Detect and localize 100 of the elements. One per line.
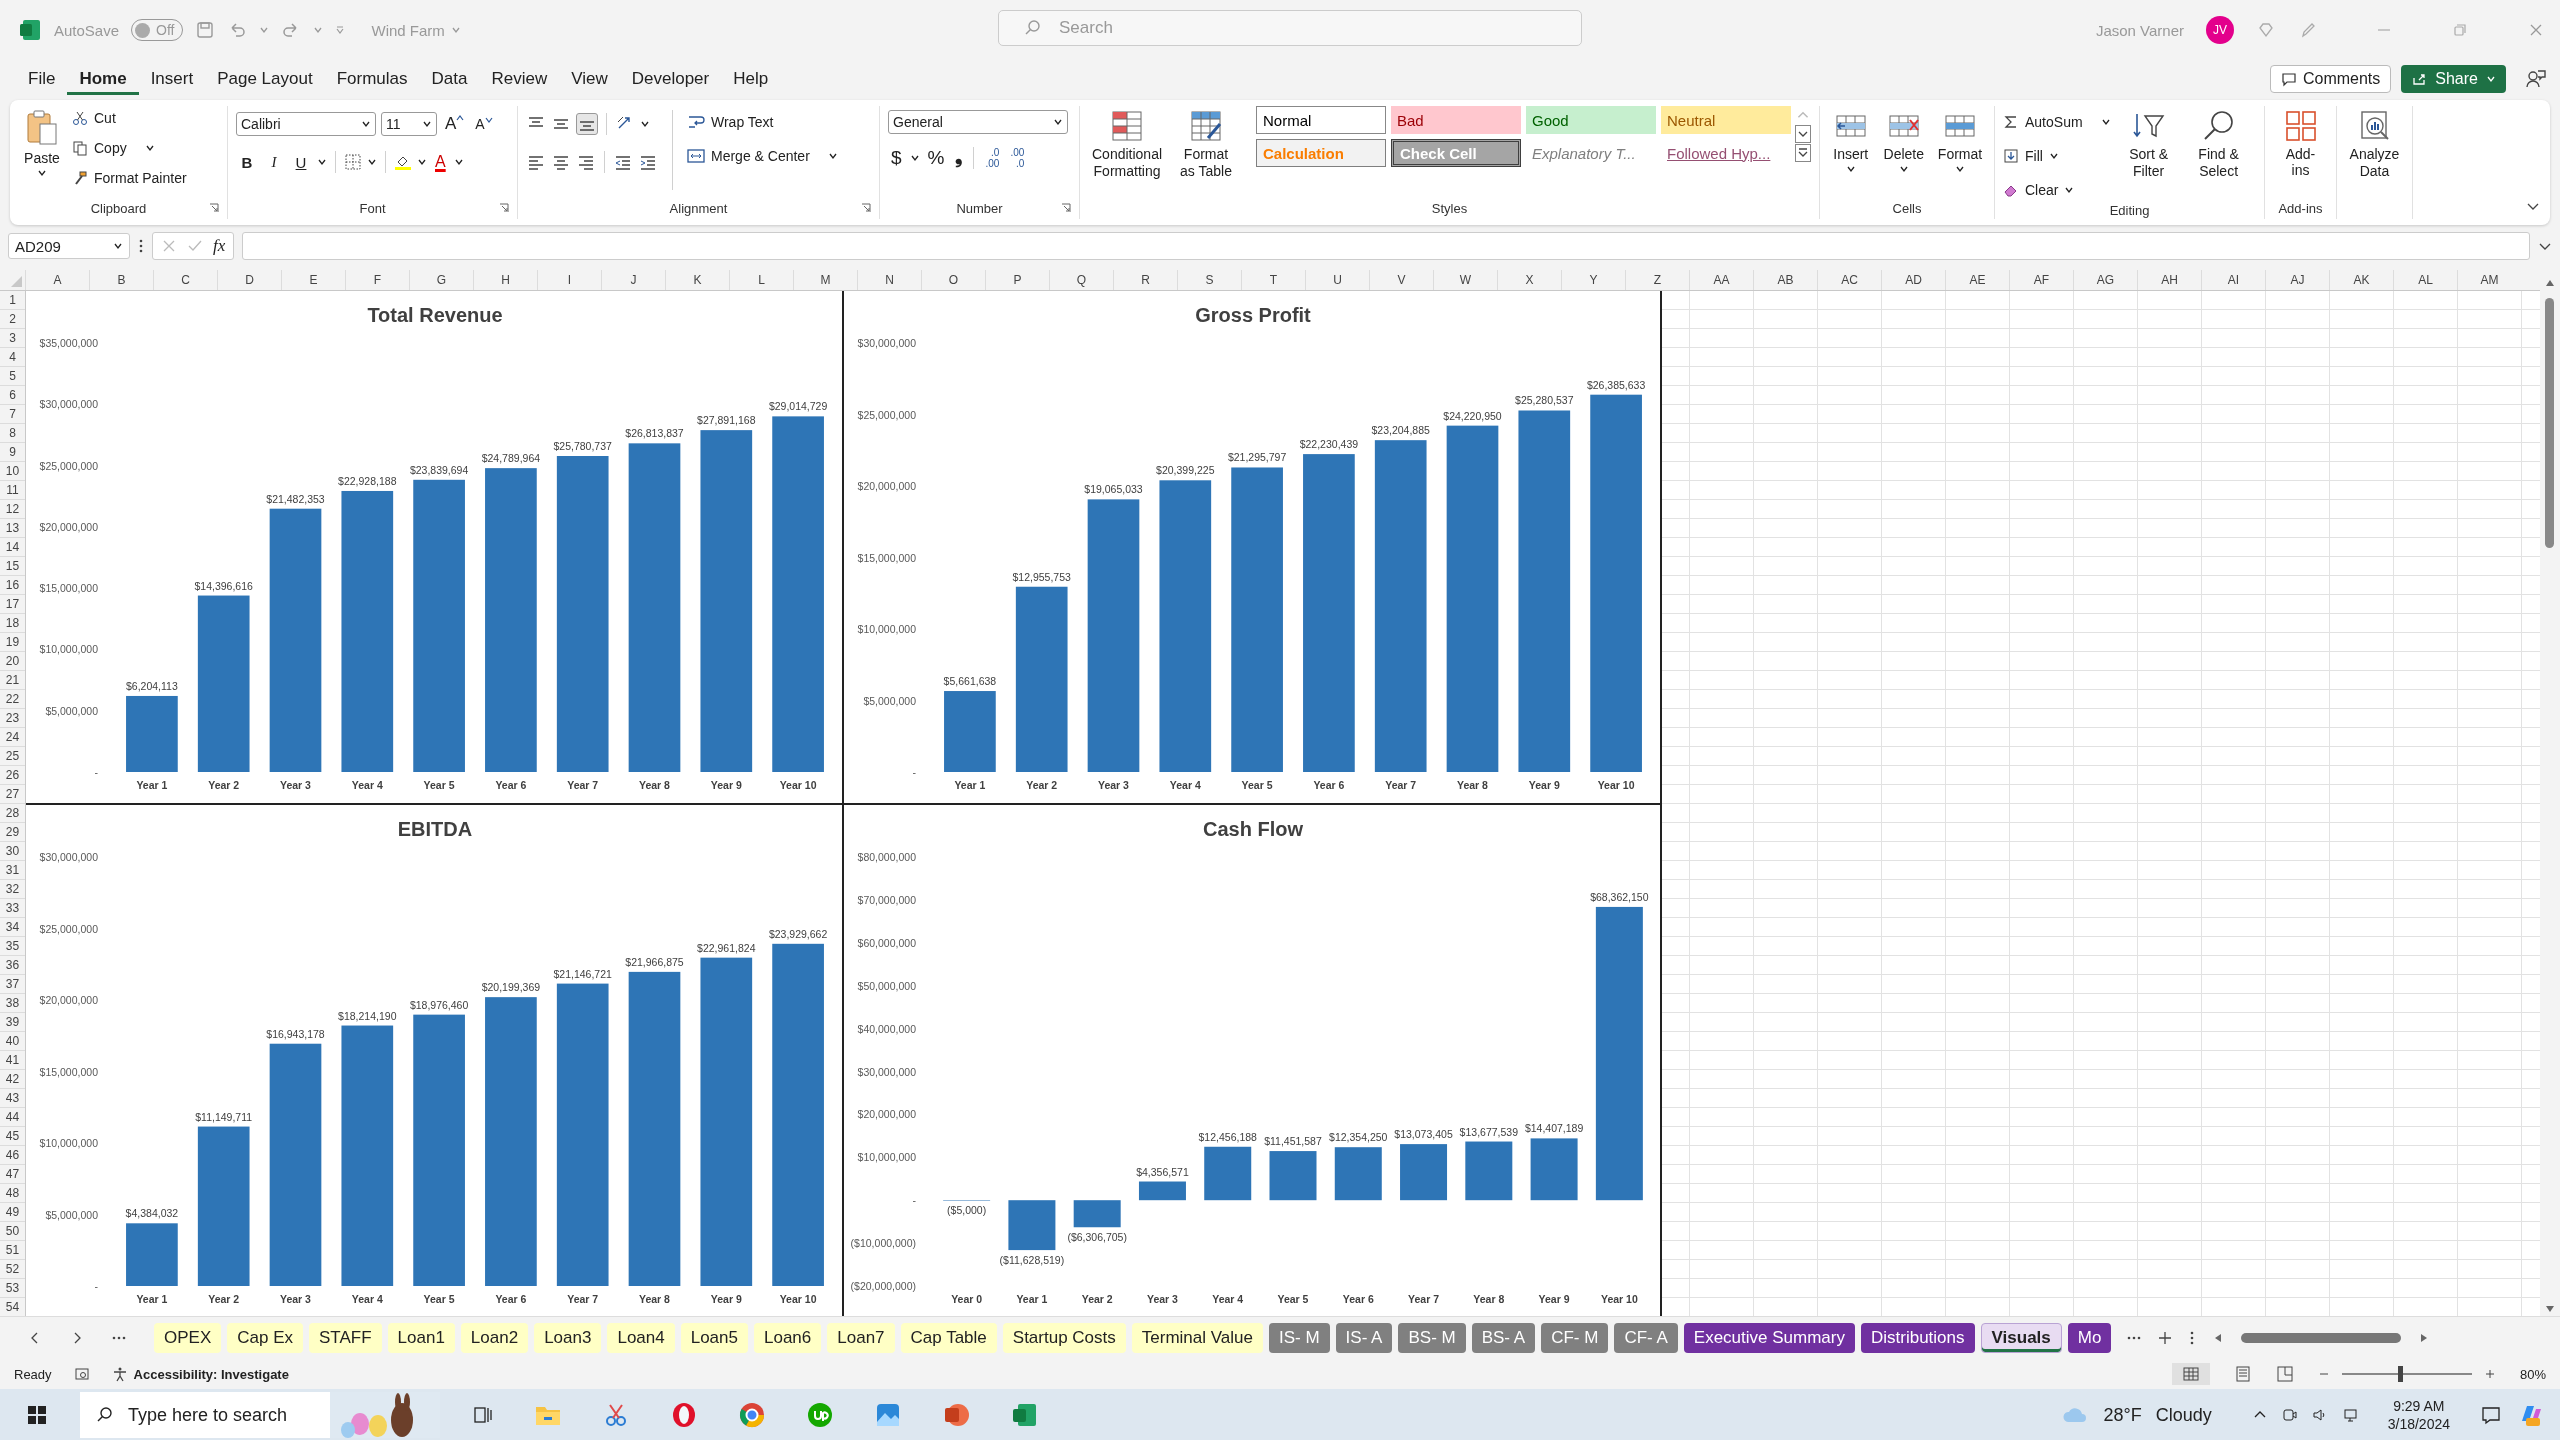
clock-date[interactable]: 3/18/2024 <box>2387 1415 2450 1433</box>
sheet-tab[interactable]: Loan4 <box>607 1323 675 1353</box>
caret-icon[interactable] <box>827 151 838 161</box>
font-size-dropdown[interactable]: 11 <box>381 112 437 136</box>
column-header[interactable]: P <box>985 270 1049 290</box>
more-icon[interactable] <box>1795 144 1811 162</box>
accessibility-button[interactable]: Accessibility: Investigate <box>111 1366 289 1382</box>
column-header[interactable]: AF <box>2009 270 2073 290</box>
row-header[interactable]: 7 <box>0 405 25 424</box>
row-header[interactable]: 3 <box>0 329 25 348</box>
row-header[interactable]: 42 <box>0 1070 25 1089</box>
cut-button[interactable]: Cut <box>72 106 187 130</box>
sheet-tab[interactable]: Loan1 <box>387 1323 455 1353</box>
decrease-decimal-button[interactable]: .00 .0 <box>1007 147 1028 169</box>
merge-center-button[interactable]: Merge & Center <box>687 144 838 168</box>
row-header[interactable]: 16 <box>0 576 25 595</box>
row-header[interactable]: 47 <box>0 1165 25 1184</box>
more-options-icon[interactable] <box>138 237 144 255</box>
sheet-tab[interactable]: OPEX <box>154 1323 222 1353</box>
column-header[interactable]: C <box>153 270 217 290</box>
caret-icon[interactable] <box>422 119 432 129</box>
cell-style[interactable]: Neutral <box>1661 106 1791 134</box>
row-header[interactable]: 27 <box>0 785 25 804</box>
menu-tab[interactable]: Page Layout <box>205 63 325 95</box>
row-header[interactable]: 25 <box>0 747 25 766</box>
sheet-tab[interactable]: Cap Ex <box>227 1323 303 1353</box>
font-name-dropdown[interactable]: Calibri <box>236 112 376 136</box>
column-header[interactable]: H <box>473 270 537 290</box>
row-header[interactable]: 6 <box>0 386 25 405</box>
format-painter-button[interactable]: Format Painter <box>72 166 187 190</box>
column-header[interactable]: AM <box>2457 270 2521 290</box>
column-header[interactable]: AE <box>1945 270 2009 290</box>
search-field[interactable]: Search <box>998 10 1582 46</box>
options-icon[interactable] <box>2189 1329 2196 1347</box>
sheet-tab[interactable]: Loan6 <box>754 1323 822 1353</box>
row-header[interactable]: 28 <box>0 804 25 823</box>
percent-button[interactable]: % <box>924 147 948 169</box>
row-header[interactable]: 30 <box>0 842 25 861</box>
chart[interactable] <box>26 291 844 805</box>
caret-icon[interactable] <box>367 157 377 167</box>
column-header[interactable]: AJ <box>2265 270 2329 290</box>
fill-button[interactable]: Fill <box>2003 144 2111 168</box>
column-header[interactable]: F <box>345 270 409 290</box>
add-sheet-icon[interactable] <box>2157 1330 2174 1346</box>
row-header[interactable]: 33 <box>0 899 25 918</box>
chart[interactable] <box>844 291 1662 805</box>
menu-tab[interactable]: Insert <box>138 63 206 95</box>
row-header[interactable]: 10 <box>0 462 25 481</box>
row-header[interactable]: 35 <box>0 937 25 956</box>
number-format-dropdown[interactable]: General <box>888 110 1068 134</box>
presentation-app-icon[interactable] <box>942 1401 970 1429</box>
column-header[interactable]: L <box>729 270 793 290</box>
temperature[interactable]: 28°F <box>2103 1404 2142 1426</box>
caret-icon[interactable] <box>1955 164 1965 174</box>
analyze-data-button[interactable]: Analyze Data <box>2345 106 2404 182</box>
row-header[interactable]: 32 <box>0 880 25 899</box>
column-header[interactable]: S <box>1177 270 1241 290</box>
row-header[interactable]: 51 <box>0 1241 25 1260</box>
font-color-button[interactable]: A <box>432 153 449 171</box>
row-header[interactable]: 40 <box>0 1032 25 1051</box>
normal-view-icon[interactable] <box>2171 1363 2210 1385</box>
menu-tab[interactable]: Review <box>479 63 560 95</box>
column-header[interactable]: Y <box>1561 270 1625 290</box>
row-header[interactable]: 19 <box>0 633 25 652</box>
sheet-tab[interactable]: BS- A <box>1471 1323 1536 1353</box>
sheet-tab[interactable]: BS- M <box>1398 1323 1466 1353</box>
column-header[interactable]: Z <box>1625 270 1689 290</box>
borders-icon[interactable] <box>344 153 362 171</box>
scrollbar-thumb[interactable] <box>2545 298 2554 548</box>
cell-style[interactable]: Bad <box>1391 106 1521 134</box>
camera-icon[interactable] <box>2281 1407 2298 1423</box>
sheet-tab[interactable]: Cap Table <box>900 1323 997 1353</box>
row-header[interactable]: 50 <box>0 1222 25 1241</box>
sheet-tab[interactable]: Loan7 <box>827 1323 895 1353</box>
row-header[interactable]: 13 <box>0 519 25 538</box>
comma-style-button[interactable]: ❟ <box>952 147 966 169</box>
caret-icon[interactable] <box>317 157 327 167</box>
column-header[interactable]: I <box>537 270 601 290</box>
row-header[interactable]: 49 <box>0 1203 25 1222</box>
menu-tab[interactable]: View <box>559 63 620 95</box>
photos-icon[interactable] <box>874 1401 902 1429</box>
sheet-tab[interactable]: CF- A <box>1614 1323 1678 1353</box>
row-header[interactable]: 38 <box>0 994 25 1013</box>
bold-button[interactable]: B <box>236 153 258 171</box>
column-header[interactable]: K <box>665 270 729 290</box>
caret-icon[interactable] <box>2048 151 2059 161</box>
scrollbar-thumb[interactable] <box>2241 1333 2402 1343</box>
name-box[interactable]: AD209 <box>8 233 130 259</box>
conditional-formatting-button[interactable]: Conditional Formatting <box>1088 106 1167 182</box>
column-header[interactable]: N <box>857 270 921 290</box>
sheet-tab[interactable]: IS- M <box>1269 1323 1330 1353</box>
sheet-tab[interactable]: CF- M <box>1541 1323 1609 1353</box>
menu-tab[interactable]: Developer <box>619 63 722 95</box>
row-header[interactable]: 1 <box>0 291 25 310</box>
cells-button[interactable]: Insert <box>1828 106 1874 176</box>
user-avatar[interactable]: JV <box>2206 16 2234 44</box>
column-header[interactable]: E <box>281 270 345 290</box>
page-break-icon[interactable] <box>2275 1365 2294 1383</box>
sheet-tab[interactable]: IS- A <box>1335 1323 1393 1353</box>
row-header[interactable]: 18 <box>0 614 25 633</box>
